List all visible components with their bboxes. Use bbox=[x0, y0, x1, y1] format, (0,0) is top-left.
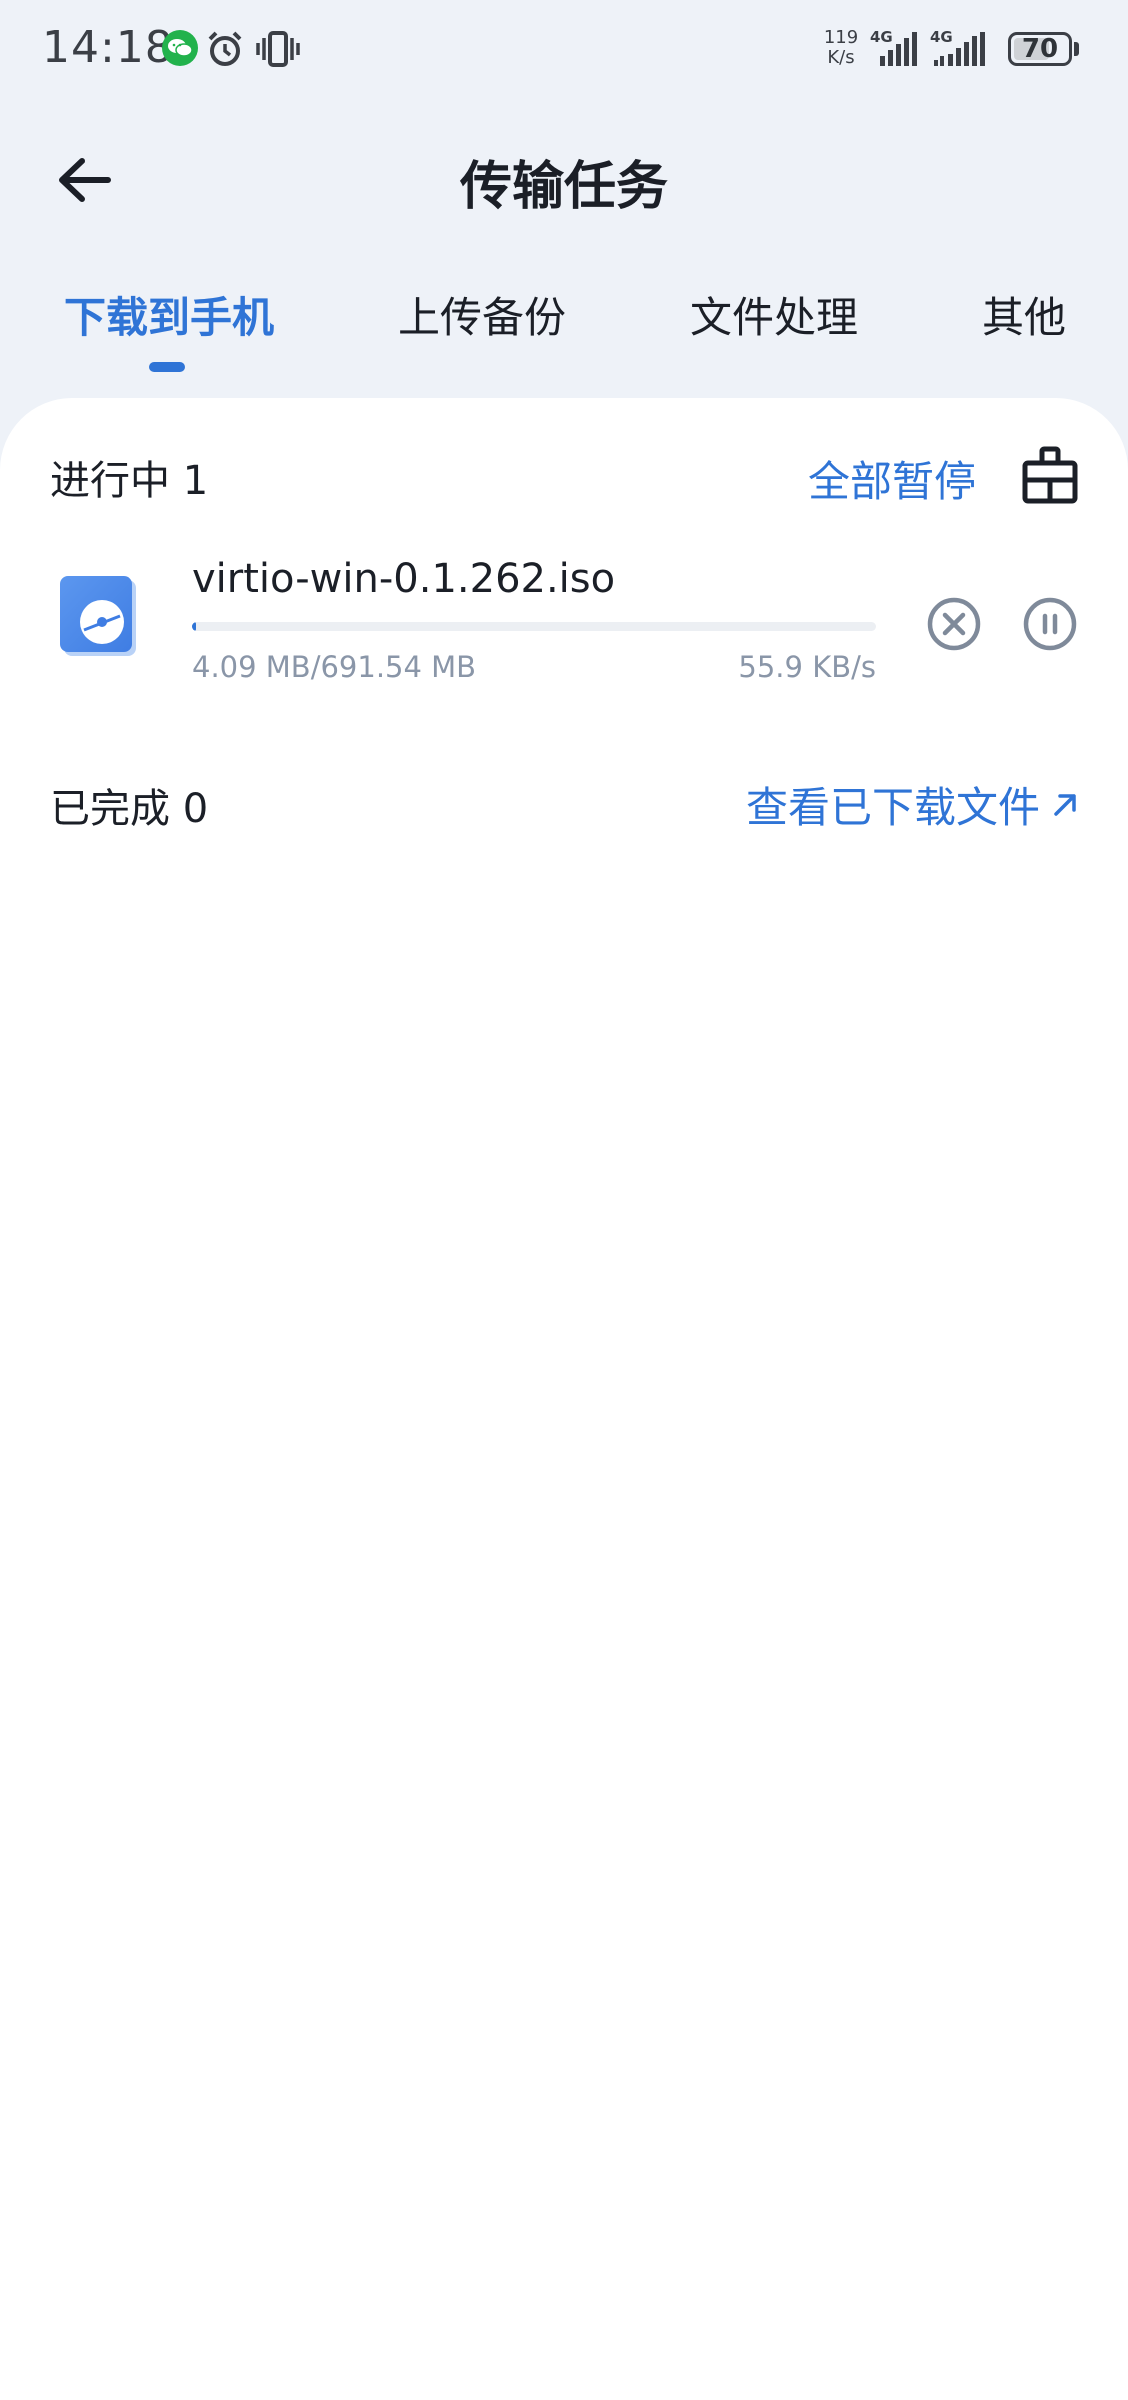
pause-download-button[interactable] bbox=[1022, 596, 1078, 652]
signal-type-label: 4G bbox=[930, 28, 953, 46]
file-name: virtio-win-0.1.262.iso bbox=[192, 556, 616, 602]
battery-level-text: 70 bbox=[1021, 34, 1059, 64]
tab-upload-backup[interactable]: 上传备份 bbox=[398, 284, 566, 345]
header: 传输任务 bbox=[0, 120, 1128, 230]
disc-image-icon bbox=[58, 574, 142, 658]
download-progress-fill bbox=[192, 622, 197, 631]
cancel-download-button[interactable] bbox=[926, 596, 982, 652]
network-speed: 119 K/s bbox=[820, 28, 862, 68]
alarm-icon bbox=[206, 30, 244, 72]
completed-title: 已完成 0 bbox=[50, 786, 209, 832]
status-time: 14:18 bbox=[42, 22, 174, 73]
tab-download-to-phone[interactable]: 下载到手机 bbox=[64, 284, 274, 345]
battery-cap bbox=[1074, 42, 1079, 56]
arrow-up-right-icon bbox=[1054, 793, 1076, 816]
content-card: 进行中 1 全部暂停 virtio-win-0.1.262.iso 4.09 M… bbox=[0, 398, 1128, 2400]
in-progress-title: 进行中 1 bbox=[50, 458, 209, 504]
signal-type-label: 4G bbox=[870, 28, 893, 46]
active-tab-indicator bbox=[149, 362, 185, 372]
vibrate-icon bbox=[256, 30, 300, 72]
pause-all-button[interactable]: 全部暂停 bbox=[808, 448, 976, 509]
status-bar: 14:18 119 K/s 4G 4G 70 bbox=[0, 0, 1128, 100]
tab-bar: 下载到手机 上传备份 文件处理 其他 bbox=[0, 270, 1128, 380]
view-downloaded-files-label: 查看已下载文件 bbox=[746, 783, 1041, 832]
broom-icon bbox=[1022, 446, 1078, 504]
signal-icon: 4G bbox=[870, 28, 924, 72]
download-speed: 55.9 KB/s bbox=[738, 650, 876, 684]
tab-other[interactable]: 其他 bbox=[982, 284, 1066, 345]
wechat-icon bbox=[162, 30, 198, 66]
battery-icon: 70 bbox=[1008, 32, 1072, 66]
network-speed-value: 119 bbox=[823, 27, 859, 48]
file-size-progress: 4.09 MB/691.54 MB bbox=[192, 650, 477, 684]
view-downloaded-files-link[interactable]: 查看已下载文件 bbox=[746, 774, 1080, 835]
close-circle-icon bbox=[927, 597, 981, 651]
download-task-row[interactable]: virtio-win-0.1.262.iso 4.09 MB/691.54 MB… bbox=[0, 528, 1128, 684]
clear-button[interactable] bbox=[1020, 446, 1080, 506]
page-title: 传输任务 bbox=[459, 157, 668, 217]
signal-icon: 4G bbox=[930, 28, 998, 72]
pause-circle-icon bbox=[1023, 597, 1077, 651]
download-progress-bar bbox=[192, 622, 876, 631]
network-speed-unit: K/s bbox=[827, 47, 855, 68]
tab-file-processing[interactable]: 文件处理 bbox=[690, 284, 858, 345]
